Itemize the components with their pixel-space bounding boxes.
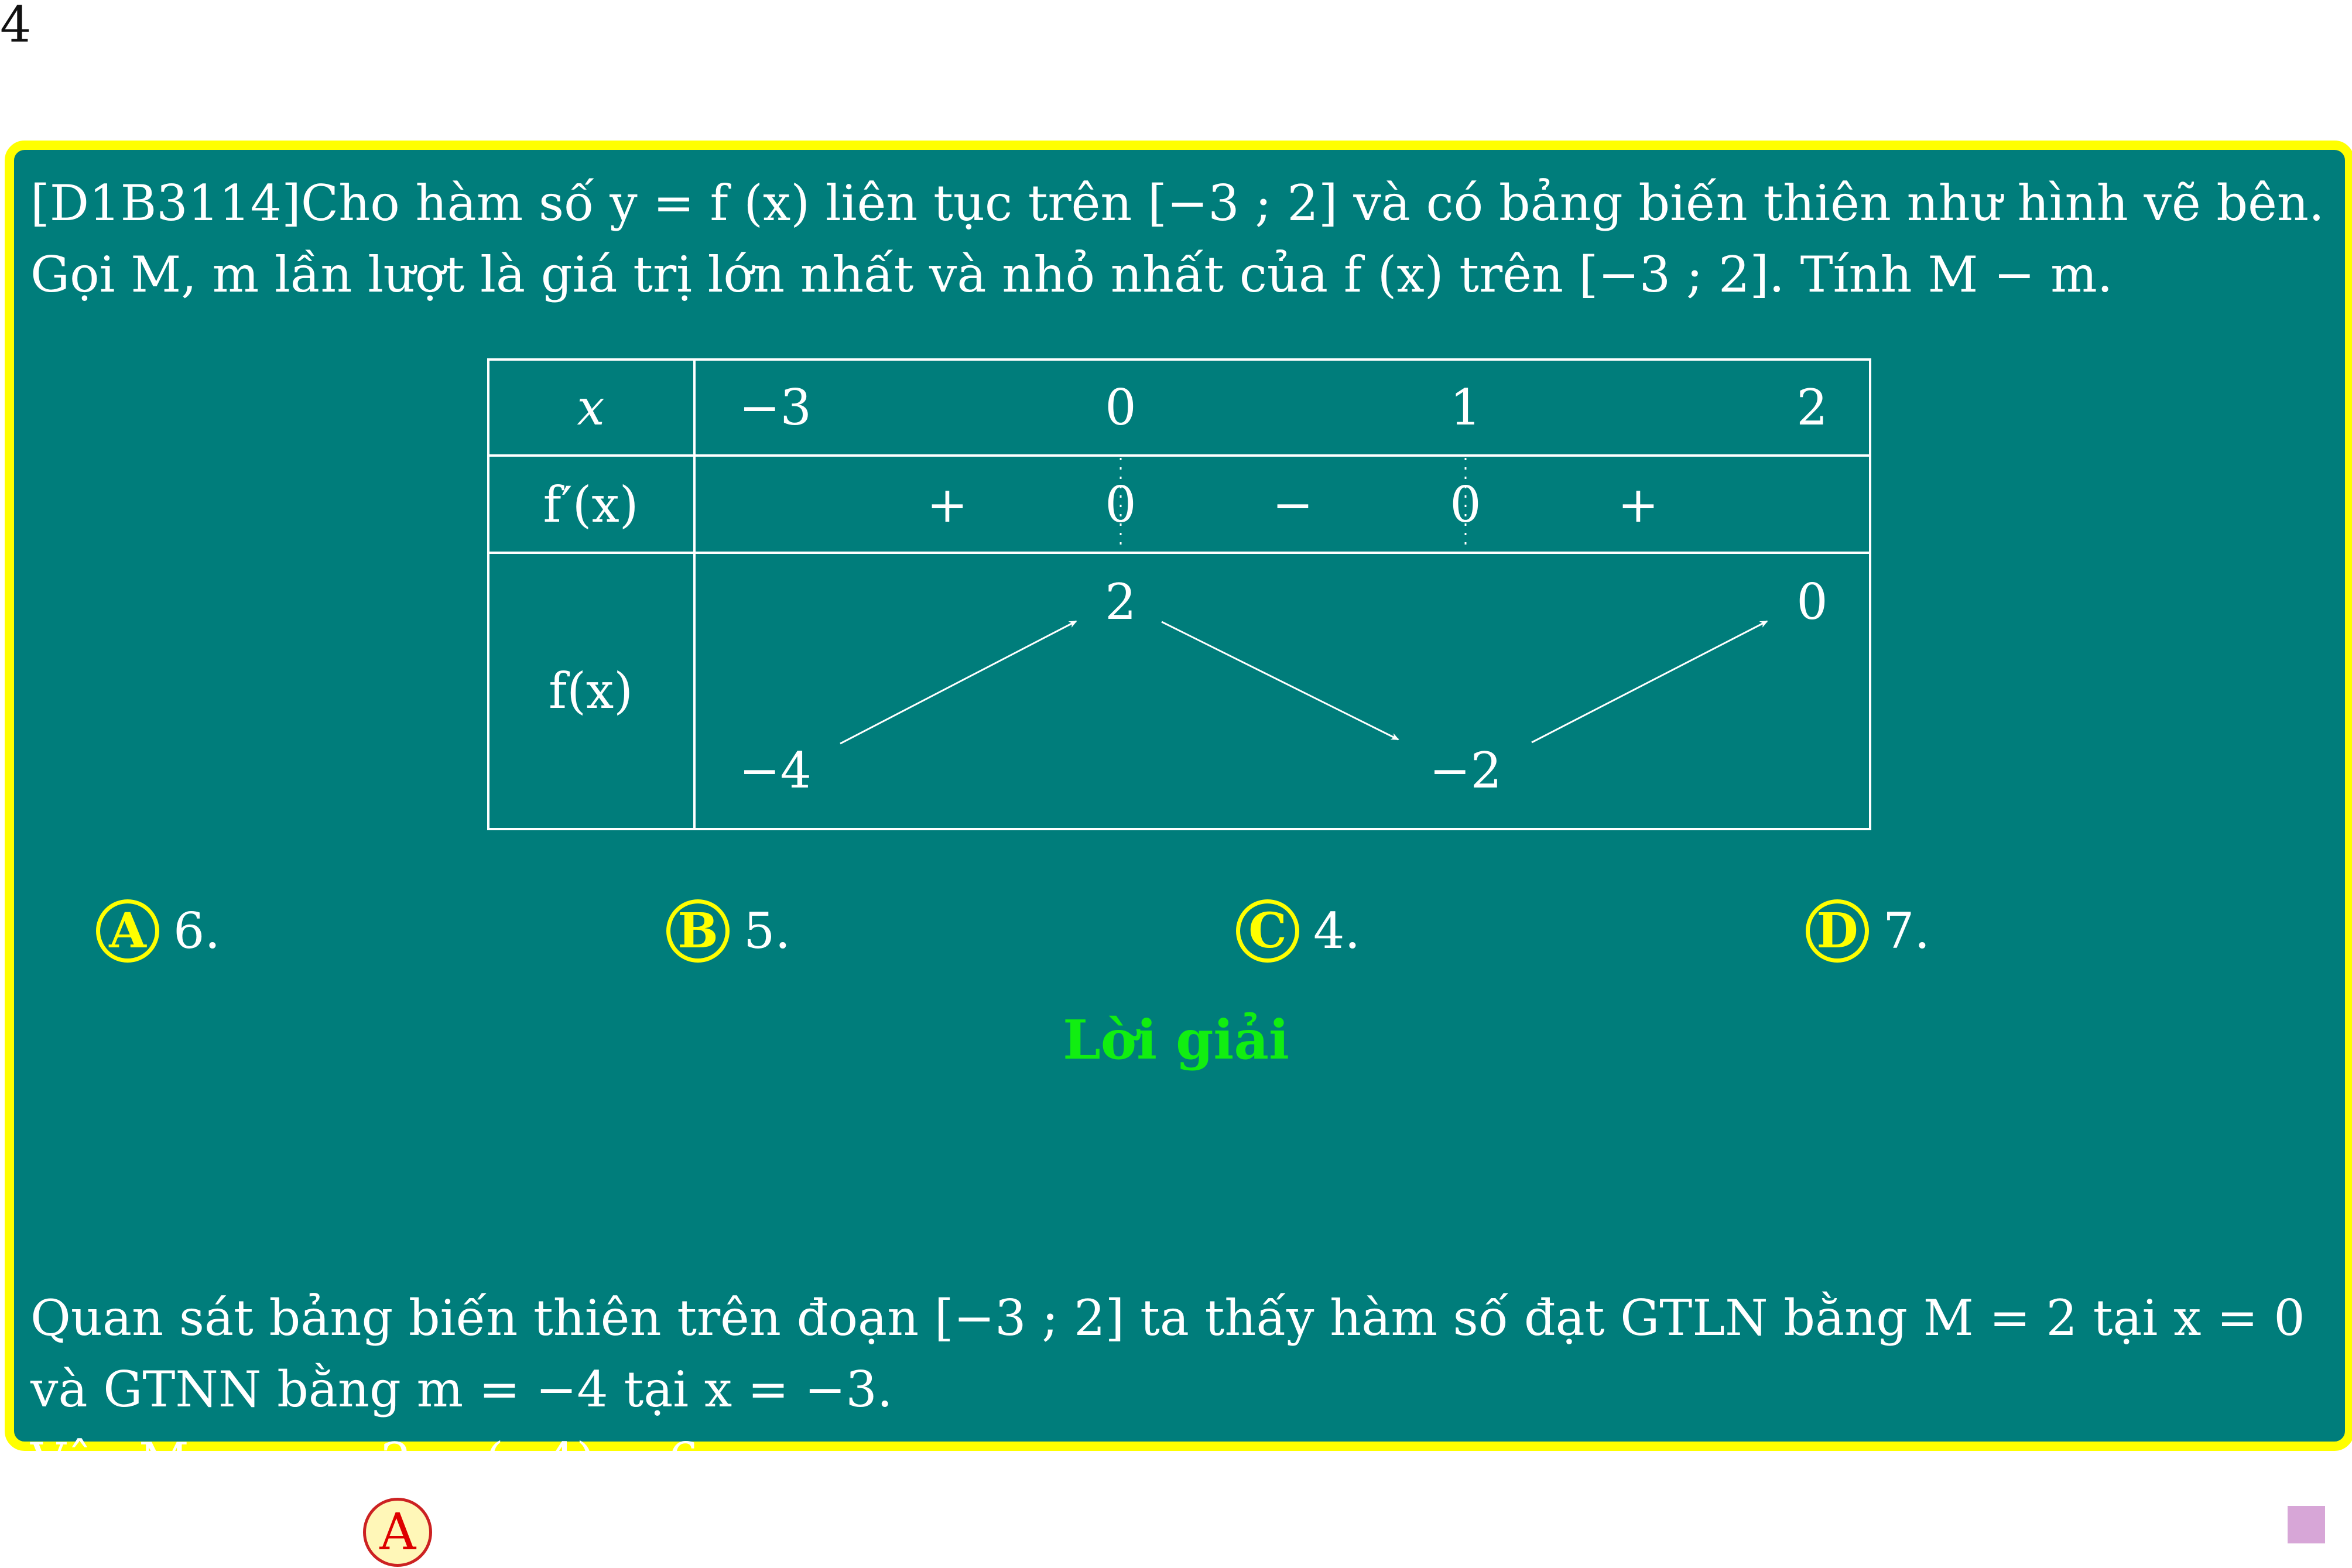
choice-d-text: 7. [1883,902,1930,960]
answer-badge: A [363,1498,433,1567]
derivative-sign: + [1617,476,1659,533]
choice-c[interactable]: C 4. [1236,899,1360,963]
solution-line-2: và GTNN bằng m = −4 tại x = −3. [30,1361,893,1418]
arrow-increasing-1 [840,620,1077,745]
page-number: 4 [0,0,32,53]
choice-b-text: 5. [744,902,791,960]
choice-d[interactable]: D 7. [1806,899,1930,963]
solution-title: Lời giải [1063,1008,1289,1071]
choice-a[interactable]: A 6. [96,899,220,963]
choice-b-badge: B [666,899,730,963]
x-value: 2 [1796,379,1828,436]
solution-line-3: Vậy M − m = 2 − (−4) = 6. [30,1432,715,1490]
x-value: −3 [739,379,812,436]
choice-c-badge: C [1236,899,1299,963]
derivative-sign: − [1272,476,1314,533]
function-value-max: 2 [1105,573,1136,631]
qed-square [2288,1506,2325,1543]
derivative-sign: + [926,476,968,533]
question-line-2: Gọi M, m lần lượt là giá trị lớn nhất và… [30,246,2113,303]
derivative-zero: 0 [1105,476,1136,533]
exercise-card: [D1B3114]Cho hàm số y = f (x) liên tục t… [5,141,2352,1567]
solution-line-1: Quan sát bảng biến thiên trên đoạn [−3 ;… [30,1289,2305,1347]
choice-a-badge: A [96,899,159,963]
question-line-1: [D1B3114]Cho hàm số y = f (x) liên tục t… [30,174,2324,232]
function-value: 0 [1796,573,1828,631]
choice-c-text: 4. [1313,902,1361,960]
row-label-function: f(x) [548,662,634,720]
arrow-increasing-2 [1531,620,1768,744]
function-value-min: −4 [739,742,812,799]
derivative-zero: 0 [1450,476,1481,533]
choice-b[interactable]: B 5. [666,899,790,963]
solution-line-4: Chọn đáp án A [30,1497,2343,1568]
function-value: −2 [1429,742,1502,799]
arrow-decreasing [1161,621,1399,741]
solution-conclusion-text: Chọn đáp án [30,1504,346,1561]
variation-table: x f′(x) f(x) −3 0 1 2 + 0 − 0 + −4 2 −2 … [487,358,1871,830]
x-value: 1 [1450,379,1481,436]
variation-table-grid [487,358,1871,830]
choice-d-badge: D [1806,899,1869,963]
row-label-derivative: f′(x) [543,476,639,533]
x-value: 0 [1105,379,1136,436]
choice-a-text: 6. [173,902,221,960]
row-label-x: x [577,379,605,436]
